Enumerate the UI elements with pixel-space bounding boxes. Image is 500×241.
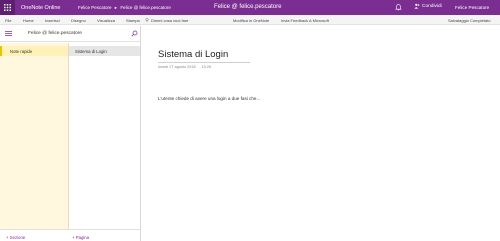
- page-time: 10:26: [201, 65, 212, 69]
- open-in-onenote-link[interactable]: Modifica in OneNote: [233, 18, 269, 23]
- breadcrumb-item-owner[interactable]: Felice Pescatore: [78, 5, 112, 10]
- page-item-sistema-di-login[interactable]: Sistema di Login: [69, 46, 140, 56]
- tell-me-box[interactable]: Dimmi cosa vuoi fare: [145, 18, 188, 23]
- page-list: Sistema di Login: [69, 43, 140, 229]
- notebook-header: Felice @ felice.pescatore: [0, 26, 141, 42]
- notebook-name: Felice @ felice.pescatore: [28, 30, 82, 36]
- save-status: Salvataggio Completato: [448, 18, 491, 23]
- notebook-footer: + Sezione + Pagina: [0, 229, 141, 241]
- feedback-link[interactable]: Invia Feedback A Microsoft: [281, 18, 329, 23]
- share-label: Condividi: [422, 3, 442, 9]
- menu-file[interactable]: File: [5, 18, 11, 23]
- page-date-text: lunedì 27 agosto 2018: [158, 65, 196, 69]
- menu-home[interactable]: Home: [23, 18, 34, 23]
- add-section-button[interactable]: + Sezione: [6, 235, 25, 240]
- lightbulb-icon: [145, 18, 149, 22]
- breadcrumb: Felice Pescatore ▸ Felice @ felice.pesca…: [78, 5, 171, 11]
- section-list: Note rapide: [0, 43, 69, 229]
- page-canvas[interactable]: Sistema di Login lunedì 27 agosto 2018 10…: [142, 26, 500, 241]
- waffle-icon[interactable]: [0, 0, 15, 15]
- document-title: Felice @ felice.pescatore: [214, 4, 282, 10]
- menu-view[interactable]: Visualizza: [97, 18, 115, 23]
- page-body-text[interactable]: L'utente chiede di avere una login a due…: [158, 96, 260, 101]
- title-underline: [158, 62, 250, 63]
- page-date: lunedì 27 agosto 2018 10:26: [158, 65, 211, 69]
- menu-bar: File Home Inserisci Disegno Visualizza S…: [0, 15, 500, 25]
- page-title[interactable]: Sistema di Login: [158, 49, 228, 60]
- app-name[interactable]: OneNote Online: [21, 5, 60, 11]
- notebook-pane: Felice @ felice.pescatore Note rapide Si…: [0, 26, 141, 241]
- menu-insert[interactable]: Inserisci: [45, 18, 60, 23]
- share-icon: [414, 3, 420, 9]
- menu-draw[interactable]: Disegno: [71, 18, 86, 23]
- search-icon[interactable]: [131, 30, 138, 37]
- menu-print[interactable]: Stampa: [126, 18, 140, 23]
- breadcrumb-item-notebook[interactable]: Felice @ felice.pescatore: [120, 5, 171, 10]
- section-item-note-rapide[interactable]: Note rapide: [0, 46, 68, 56]
- share-button[interactable]: Condividi: [414, 3, 442, 9]
- top-bar: OneNote Online Felice Pescatore ▸ Felice…: [0, 0, 500, 15]
- hamburger-icon[interactable]: [5, 31, 12, 36]
- bell-icon[interactable]: [395, 4, 402, 11]
- user-name[interactable]: Felice Pescatore: [455, 5, 489, 10]
- breadcrumb-separator: ▸: [114, 5, 118, 10]
- tell-me-label: Dimmi cosa vuoi fare: [151, 17, 189, 23]
- add-page-button[interactable]: + Pagina: [72, 235, 89, 240]
